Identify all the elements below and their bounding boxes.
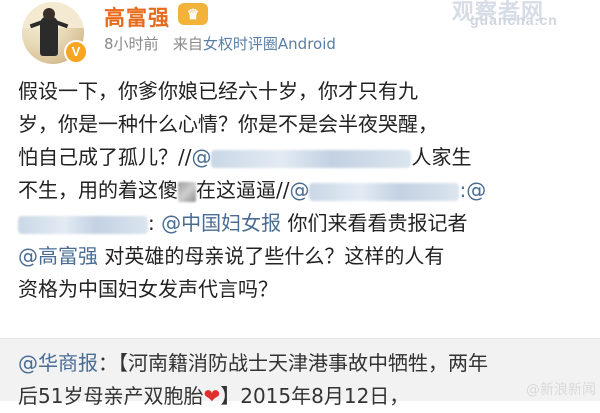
mention-link[interactable]: @中国妇女报 bbox=[161, 211, 281, 235]
mention-link[interactable]: @华商报 bbox=[18, 351, 98, 375]
post-line: 资格为中国妇女发声代言吗？ bbox=[18, 277, 278, 301]
sina-news-watermark: @新浪新闻 bbox=[526, 382, 596, 398]
repost-body: @华商报：【河南籍消防战士天津港事故中牺牲，两年 后51岁母亲产双胞胎❤】201… bbox=[18, 347, 593, 413]
site-watermark: 观察者网 guancha.cn bbox=[452, 0, 558, 28]
username-link[interactable]: 高富强 bbox=[104, 2, 170, 32]
reposted-post[interactable]: @华商报：【河南籍消防战士天津港事故中牺牲，两年 后51岁母亲产双胞胎❤】201… bbox=[0, 338, 600, 408]
blurred-username bbox=[211, 149, 412, 168]
post-line: 不生，用的着这傻 在这逼逼//@:@ bbox=[18, 178, 487, 202]
repost-line: 后51岁母亲产双胞胎❤】2015年8月12日， bbox=[18, 384, 410, 408]
post-meta: 8小时前 来自女权时评圈Android bbox=[104, 33, 336, 54]
mention-link[interactable]: @高富强 bbox=[18, 244, 98, 268]
post-source[interactable]: 女权时评圈Android bbox=[203, 35, 336, 53]
mention-link[interactable]: @ bbox=[191, 145, 412, 169]
mention-link[interactable]: @ bbox=[289, 178, 460, 202]
post-line: : @中国妇女报 你们来看看贵报记者 bbox=[18, 207, 593, 240]
blurred-username bbox=[18, 215, 148, 234]
post-line: 假设一下，你爹你娘已经六十岁，你才只有九 bbox=[18, 79, 418, 103]
censored-character bbox=[178, 181, 196, 202]
post-time[interactable]: 8小时前 bbox=[104, 35, 159, 53]
post-line: 怕自己成了孤儿？//@ 人家生 bbox=[18, 145, 472, 169]
post-line: 岁，你是一种什么心情？你是不是会半夜哭醒， bbox=[18, 112, 438, 136]
repost-line: @华商报：【河南籍消防战士天津港事故中牺牲，两年 bbox=[18, 351, 488, 375]
heart-icon: ❤ bbox=[203, 384, 221, 408]
vip-badge-icon: ♛ bbox=[178, 3, 208, 25]
site-watermark-url: guancha.cn bbox=[470, 12, 558, 28]
post-body: 假设一下，你爹你娘已经六十岁，你才只有九 岁，你是一种什么心情？你是不是会半夜哭… bbox=[18, 75, 593, 306]
post-header: V 高富强 ♛ 8小时前 来自女权时评圈Android 观察者网 guancha… bbox=[0, 0, 600, 66]
blurred-username bbox=[309, 182, 460, 201]
mention-link[interactable]: :@ bbox=[459, 178, 486, 202]
avatar-figure-head bbox=[43, 8, 55, 20]
post-line: @高富强 对英雄的母亲说了些什么？这样的人有 bbox=[18, 244, 445, 268]
verified-badge-icon: V bbox=[64, 40, 88, 64]
avatar-figure bbox=[40, 16, 58, 56]
source-prefix: 来自 bbox=[172, 35, 203, 53]
